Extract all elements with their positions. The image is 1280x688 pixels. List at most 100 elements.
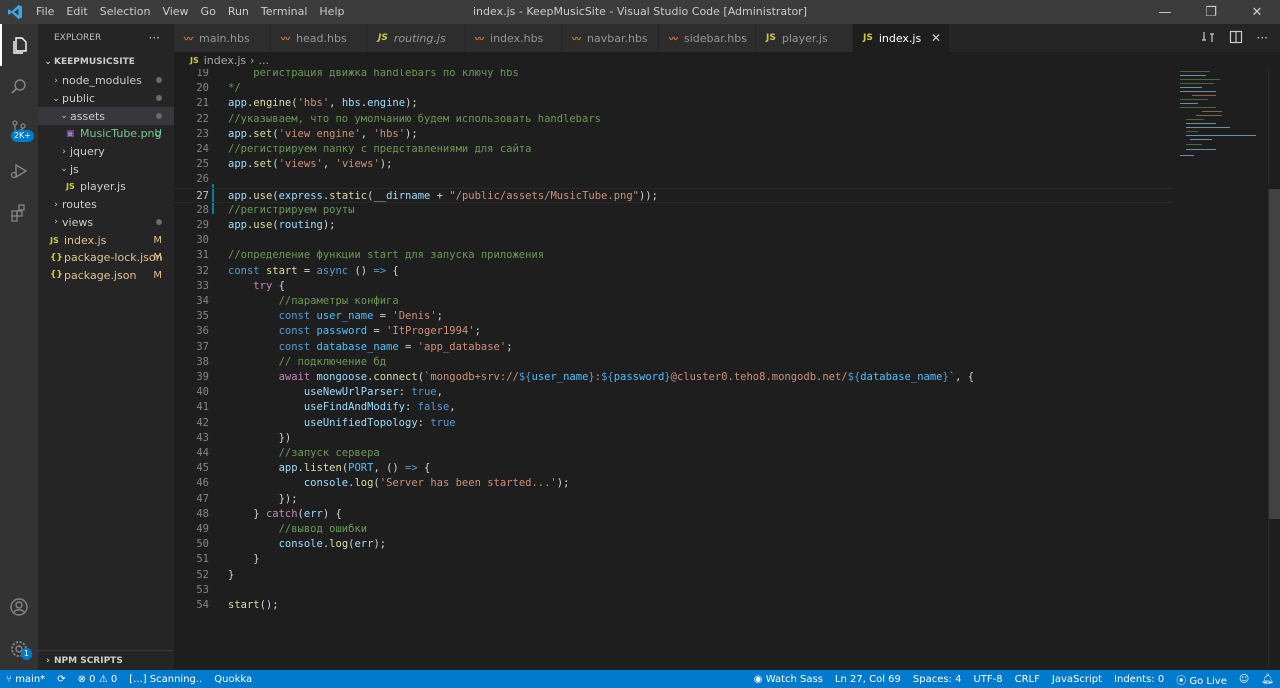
code-line[interactable]: 21 app.engine('hbs', hbs.engine); bbox=[174, 96, 1172, 111]
tree-item[interactable]: JS index.js M bbox=[38, 231, 174, 249]
more-icon[interactable]: ··· bbox=[1257, 31, 1268, 45]
indentation-status[interactable]: Spaces: 4 bbox=[907, 674, 968, 685]
tree-item[interactable]: › views bbox=[38, 214, 174, 232]
manage-activity[interactable]: 1 bbox=[0, 628, 38, 670]
menu-go[interactable]: Go bbox=[195, 0, 222, 24]
code-line[interactable]: 31 //определение функции start для запуск… bbox=[174, 248, 1172, 263]
vertical-scrollbar[interactable] bbox=[1268, 69, 1280, 670]
code-line[interactable]: 47 }); bbox=[174, 492, 1172, 507]
menu-file[interactable]: File bbox=[30, 0, 60, 24]
tree-item[interactable]: ⌄ js bbox=[38, 160, 174, 178]
tree-item[interactable]: JS player.js bbox=[38, 178, 174, 196]
tab-head-hbs[interactable]: 〰 head.hbs bbox=[271, 24, 368, 52]
code-line[interactable]: 33 try { bbox=[174, 279, 1172, 294]
tree-item[interactable]: ⌄ public bbox=[38, 90, 174, 108]
code-line[interactable]: 25 app.set('views', 'views'); bbox=[174, 157, 1172, 172]
maximize-button[interactable]: ❐ bbox=[1188, 0, 1234, 24]
code-line[interactable]: 40 useNewUrlParser: true, bbox=[174, 385, 1172, 400]
code-line[interactable]: 46 console.log('Server has been started.… bbox=[174, 476, 1172, 491]
code-line[interactable]: 32 const start = async () => { bbox=[174, 264, 1172, 279]
code-line[interactable]: 37 const database_name = 'app_database'; bbox=[174, 340, 1172, 355]
scanning-status[interactable]: [...] Scanning.. bbox=[123, 674, 208, 685]
tab-sidebar-hbs[interactable]: 〰 sidebar.hbs bbox=[659, 24, 756, 52]
watch-sass-button[interactable]: ◉ Watch Sass bbox=[748, 674, 829, 685]
tree-item[interactable]: {} package.json M bbox=[38, 267, 174, 285]
accounts-activity[interactable] bbox=[0, 586, 38, 628]
go-live-button[interactable]: ⦿ Go Live bbox=[1170, 672, 1233, 687]
more-actions-button[interactable]: ··· bbox=[149, 31, 160, 45]
menu-view[interactable]: View bbox=[156, 0, 194, 24]
tab-player-js[interactable]: JS player.js bbox=[756, 24, 853, 52]
language-mode[interactable]: JavaScript bbox=[1046, 674, 1108, 685]
indents-status[interactable]: Indents: 0 bbox=[1108, 674, 1170, 685]
breadcrumb-file[interactable]: index.js bbox=[204, 54, 246, 67]
code-line[interactable]: 23 app.set('view engine', 'hbs'); bbox=[174, 127, 1172, 142]
breadcrumb-rest[interactable]: ... bbox=[259, 54, 270, 67]
close-window-button[interactable]: ✕ bbox=[1234, 0, 1280, 24]
code-line[interactable]: 41 useFindAndModify: false, bbox=[174, 400, 1172, 415]
tab-index-hbs[interactable]: 〰 index.hbs bbox=[465, 24, 562, 52]
search-activity[interactable] bbox=[0, 66, 38, 108]
eol-status[interactable]: CRLF bbox=[1009, 674, 1046, 685]
code-line[interactable]: 50 console.log(err); bbox=[174, 537, 1172, 552]
quokka-status[interactable]: Quokka bbox=[208, 674, 258, 685]
sync-button[interactable]: ⟳ bbox=[51, 674, 71, 685]
code-line[interactable]: 35 const user_name = 'Denis'; bbox=[174, 309, 1172, 324]
menu-terminal[interactable]: Terminal bbox=[255, 0, 314, 24]
scrollbar-thumb[interactable] bbox=[1269, 189, 1280, 519]
code-line[interactable]: 26 bbox=[174, 172, 1172, 187]
code-line[interactable]: 19 регистрация движка handlebars по ключ… bbox=[174, 69, 1172, 81]
tab-main-hbs[interactable]: 〰 main.hbs bbox=[174, 24, 271, 52]
menu-run[interactable]: Run bbox=[222, 0, 255, 24]
code-line[interactable]: 51 } bbox=[174, 552, 1172, 567]
code-line[interactable]: 48 } catch(err) { bbox=[174, 507, 1172, 522]
close-tab-icon[interactable]: ✕ bbox=[931, 31, 941, 45]
code-line[interactable]: 24 //регистрируем папку с представлениями… bbox=[174, 142, 1172, 157]
code-line[interactable]: 49 //вывод ошибки bbox=[174, 522, 1172, 537]
code-line[interactable]: 52} bbox=[174, 568, 1172, 583]
code-line[interactable]: 28 //регистрируем роуты bbox=[174, 203, 1172, 218]
tree-item[interactable]: ▣ MusicTube.png U bbox=[38, 125, 174, 143]
code-line[interactable]: 20 */ bbox=[174, 81, 1172, 96]
notifications-bell-icon[interactable]: 🔔︎ bbox=[1255, 674, 1280, 685]
tree-item[interactable]: › node_modules bbox=[38, 72, 174, 90]
feedback-icon[interactable]: ☺ bbox=[1233, 674, 1255, 685]
explorer-activity[interactable] bbox=[0, 24, 38, 66]
code-line[interactable]: 27 app.use(express.static(__dirname + "/p… bbox=[174, 187, 1172, 203]
menu-help[interactable]: Help bbox=[313, 0, 350, 24]
cursor-position[interactable]: Ln 27, Col 69 bbox=[829, 674, 907, 685]
compare-icon[interactable] bbox=[1201, 30, 1215, 47]
code-line[interactable]: 43 }) bbox=[174, 431, 1172, 446]
code-line[interactable]: 29 app.use(routing); bbox=[174, 218, 1172, 233]
tab-navbar-hbs[interactable]: 〰 navbar.hbs bbox=[562, 24, 659, 52]
tab-index-js[interactable]: JS index.js ✕ bbox=[853, 24, 950, 52]
tree-item[interactable]: {} package-lock.json M bbox=[38, 249, 174, 267]
minimap[interactable] bbox=[1172, 69, 1268, 670]
encoding-status[interactable]: UTF-8 bbox=[967, 674, 1008, 685]
tree-item[interactable]: › routes bbox=[38, 196, 174, 214]
tree-item[interactable]: › jquery bbox=[38, 143, 174, 161]
code-line[interactable]: 39 await mongoose.connect(`mongodb+srv:/… bbox=[174, 370, 1172, 385]
code-line[interactable]: 22 //указываем, что по умолчанию будем ис… bbox=[174, 112, 1172, 127]
code-line[interactable]: 45 app.listen(PORT, () => { bbox=[174, 461, 1172, 476]
code-line[interactable]: 36 const password = 'ItProger1994'; bbox=[174, 324, 1172, 339]
code-line[interactable]: 30 bbox=[174, 233, 1172, 248]
problems-status[interactable]: ⊗ 0 ⚠ 0 bbox=[72, 674, 124, 685]
branch-status[interactable]: ⑂ main* bbox=[0, 674, 51, 685]
tree-item[interactable]: ⌄ assets bbox=[38, 107, 174, 126]
npm-scripts-section[interactable]: › NPM SCRIPTS bbox=[38, 650, 174, 670]
split-editor-icon[interactable] bbox=[1229, 30, 1243, 47]
menu-edit[interactable]: Edit bbox=[60, 0, 93, 24]
code-line[interactable]: 54 start(); bbox=[174, 598, 1172, 613]
run-debug-activity[interactable] bbox=[0, 150, 38, 192]
project-section-header[interactable]: ⌄ KEEPMUSICSITE bbox=[38, 52, 174, 72]
menu-selection[interactable]: Selection bbox=[94, 0, 157, 24]
code-line[interactable]: 42 useUnifiedTopology: true bbox=[174, 416, 1172, 431]
code-editor[interactable]: 19 регистрация движка handlebars по ключ… bbox=[174, 69, 1172, 670]
minimize-button[interactable]: — bbox=[1142, 0, 1188, 24]
tab-routing-js[interactable]: JS routing.js bbox=[368, 24, 465, 52]
extensions-activity[interactable] bbox=[0, 192, 38, 234]
code-line[interactable]: 38 // подключение бд bbox=[174, 355, 1172, 370]
code-line[interactable]: 44 //запуск сервера bbox=[174, 446, 1172, 461]
code-line[interactable]: 34 //параметры конфига bbox=[174, 294, 1172, 309]
